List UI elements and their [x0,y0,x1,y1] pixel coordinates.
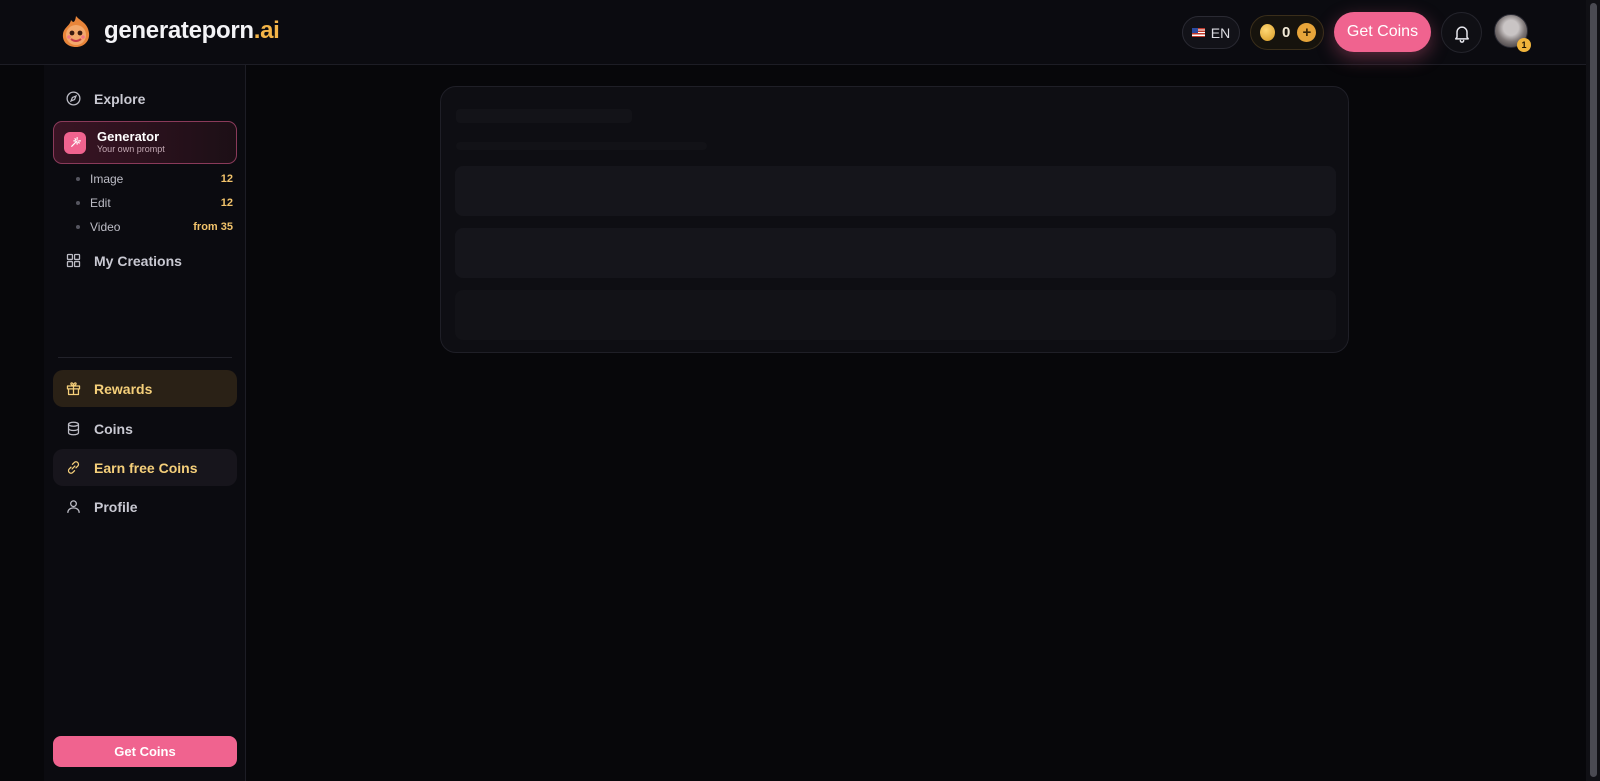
notifications-button[interactable] [1441,12,1482,53]
coin-icon [1260,24,1275,41]
grid-icon [66,253,81,268]
brand-name[interactable]: generateporn.ai [104,17,280,45]
skeleton-block [455,290,1336,340]
sidebar-item-earn-free-coins[interactable]: Earn free Coins [53,449,237,486]
mascot-logo-icon[interactable] [59,14,93,48]
brand-tld: .ai [253,17,280,44]
language-selector[interactable]: EN [1182,16,1240,49]
skeleton-block [455,166,1336,216]
language-label: EN [1210,24,1231,41]
user-icon [67,500,80,513]
sidebar-item-label: Explore [94,90,146,107]
generator-title: Generator [97,129,160,144]
avatar-notification-badge: 1 [1517,38,1531,52]
generator-item-image[interactable]: Image 12 [76,169,233,189]
generator-panel-skeleton [440,86,1349,353]
sidebar: Explore Generator Your own prompt Image … [44,65,246,781]
bullet-dot [76,177,80,181]
page-scrollbar-thumb[interactable] [1590,3,1597,777]
skeleton-title [456,109,632,123]
top-header: generateporn.ai EN 0 + Get Coins 1 [0,0,1586,65]
generator-item-cost: from 35 [193,221,233,233]
coin-balance: 0 [1282,24,1291,41]
sidebar-item-generator[interactable]: Generator Your own prompt [53,121,237,164]
sidebar-item-my-creations[interactable]: My Creations [53,242,237,279]
sidebar-item-explore[interactable]: Explore [53,80,237,117]
generator-subtitle: Your own prompt [97,144,165,154]
magic-wand-icon [64,131,86,154]
generator-item-edit[interactable]: Edit 12 [76,193,233,213]
sidebar-item-label: Earn free Coins [94,459,198,476]
sidebar-item-label: Profile [94,498,138,515]
add-coins-icon[interactable]: + [1297,23,1317,42]
sidebar-get-coins-button[interactable]: Get Coins [53,736,237,767]
skeleton-block [455,228,1336,278]
link-icon [67,461,80,474]
generator-item-cost: 12 [220,173,233,185]
compass-icon [66,91,81,106]
bullet-dot [76,201,80,205]
generator-item-label: Image [90,172,124,186]
get-coins-button[interactable]: Get Coins [1334,12,1431,52]
bell-icon [1454,25,1469,43]
us-flag-icon [1191,28,1205,37]
bullet-dot [76,225,80,229]
coin-stack-icon [67,421,80,436]
brand-name-text: generateporn [104,17,254,44]
sidebar-item-rewards[interactable]: Rewards [53,370,237,407]
gift-icon [66,382,81,396]
skeleton-subtitle [456,142,707,150]
generator-item-label: Edit [90,196,111,210]
generator-item-cost: 12 [220,197,233,209]
sidebar-item-coins[interactable]: Coins [53,410,237,447]
sidebar-item-label: Rewards [94,380,153,397]
generator-item-label: Video [90,220,121,234]
sidebar-item-profile[interactable]: Profile [53,488,237,525]
sidebar-divider [58,357,232,358]
generator-item-video[interactable]: Video from 35 [76,217,233,237]
coin-balance-pill[interactable]: 0 + [1250,15,1324,50]
sidebar-item-label: Coins [94,420,133,437]
sidebar-item-label: My Creations [94,252,182,269]
